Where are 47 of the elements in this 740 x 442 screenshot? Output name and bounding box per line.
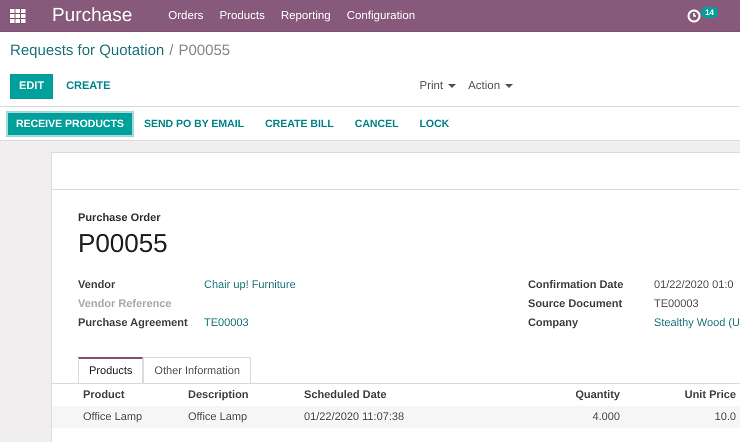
field-value: TE00003: [654, 298, 700, 310]
status-bar-button[interactable]: RECEIVE PRODUCTS: [8, 112, 132, 134]
table-cell-text: Office Lamp: [188, 411, 248, 423]
field-label: Vendor: [78, 279, 116, 291]
field-label: Source Document: [528, 298, 624, 310]
column-header: Scheduled Date: [304, 389, 388, 401]
field-value: 01/22/2020 01:0: [654, 279, 735, 291]
status-bar-button[interactable]: CREATE BILL: [256, 112, 343, 134]
notebook-tab[interactable]: Other Information: [143, 357, 252, 383]
order-number: P00055: [78, 228, 169, 259]
column-header: Product: [83, 389, 126, 401]
breadcrumb-link[interactable]: Requests for Quotation: [10, 42, 164, 59]
field-label: Confirmation Date: [528, 279, 624, 291]
field-label: Vendor Reference: [78, 298, 173, 310]
menu-item[interactable]: Configuration: [346, 10, 416, 22]
field-value[interactable]: Stealthy Wood (U: [654, 317, 740, 329]
activity-count-badge: 14: [701, 6, 718, 18]
breadcrumb-separator: /: [169, 42, 174, 59]
dropdown-button[interactable]: Action: [465, 80, 516, 92]
menu-item[interactable]: Orders: [168, 10, 204, 22]
column-header: Description: [188, 389, 250, 401]
column-header: Quantity: [574, 389, 620, 401]
field-label: Purchase Agreement: [78, 317, 189, 329]
status-bar-button[interactable]: SEND PO BY EMAIL: [134, 112, 254, 134]
field-value[interactable]: TE00003: [204, 317, 528, 329]
caret-icon: [505, 84, 514, 88]
status-bar-button[interactable]: CANCEL: [346, 112, 408, 134]
table-cell-text: 10.0: [714, 411, 736, 423]
create-button[interactable]: CREATE: [57, 74, 120, 98]
menu-item[interactable]: Products: [219, 10, 265, 22]
field-value[interactable]: Chair up! Furniture: [204, 279, 528, 291]
caret-icon: [448, 84, 456, 88]
table-cell-text: 01/22/2020 11:07:38: [304, 411, 406, 423]
notebook-tab[interactable]: Products: [78, 357, 144, 383]
apps-grid-icon[interactable]: [10, 9, 26, 23]
dropdown-button[interactable]: Print: [416, 80, 460, 92]
field-label: Company: [528, 317, 580, 329]
edit-button[interactable]: EDIT: [10, 74, 54, 98]
table-cell-text: Office Lamp: [83, 411, 144, 423]
form-subtitle: Purchase Order: [78, 212, 162, 224]
status-bar-button[interactable]: LOCK: [410, 112, 458, 134]
column-header: Unit Price: [684, 389, 736, 401]
activity-clock-icon[interactable]: [687, 9, 702, 23]
menu-item[interactable]: Reporting: [280, 10, 331, 22]
breadcrumb-current: P00055: [178, 42, 230, 59]
app-title: Purchase: [52, 5, 132, 27]
table-cell-text: 4.000: [591, 411, 620, 423]
